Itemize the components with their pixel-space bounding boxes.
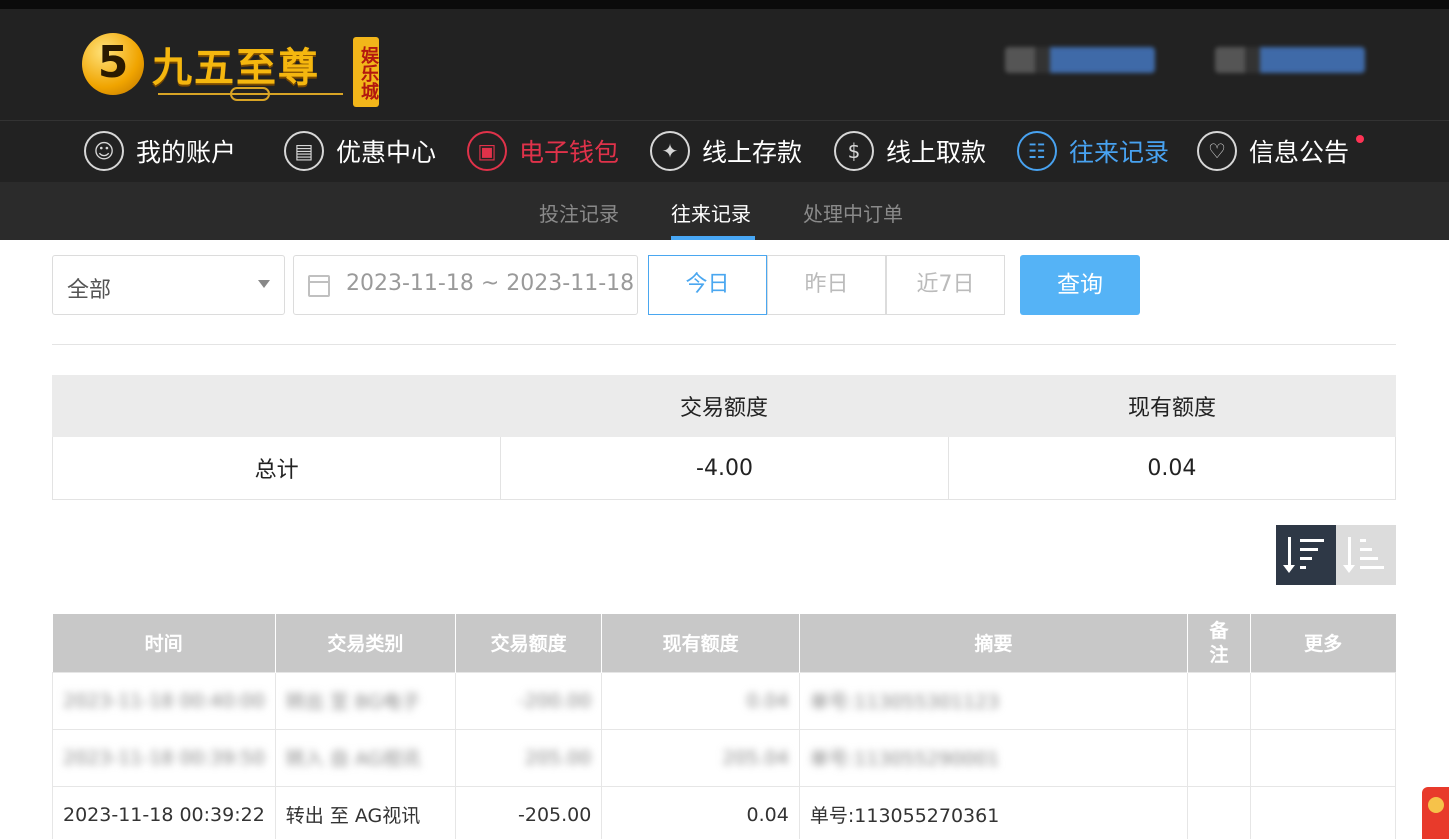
top-strip — [0, 0, 1449, 9]
cell-amount: -200.00 — [454, 671, 603, 730]
tab-transactions[interactable]: 往来记录 — [671, 198, 751, 227]
sub-nav: 投注记录 往来记录 处理中订单 — [0, 182, 1449, 240]
nav-label: 优惠中心 — [336, 138, 437, 167]
nav-label: 线上存款 — [702, 138, 803, 167]
summary-header-balance: 现有额度 — [1127, 396, 1216, 421]
yesterday-button[interactable]: 昨日 — [767, 255, 886, 315]
cell-type: 转出 至 BG电子 — [274, 671, 457, 730]
cell-time: 2023-11-18 00:40:00 — [52, 671, 276, 730]
table-row[interactable]: 2023-11-18 00:39:22 转出 至 AG视讯 -205.00 0.… — [52, 785, 1397, 839]
cell-type: 转入 自 AG视讯 — [274, 728, 457, 787]
sort-desc-icon — [1283, 537, 1326, 573]
nav-label: 电子钱包 — [519, 138, 620, 167]
cell-time: 2023-11-18 00:39:22 — [52, 785, 276, 839]
type-select-value: 全部 — [67, 278, 112, 303]
cell-note — [1187, 785, 1251, 839]
cell-balance: 205.04 — [601, 728, 800, 787]
nav-label: 线上取款 — [886, 138, 987, 167]
bell-icon: ♡ — [1197, 131, 1237, 171]
cell-more[interactable] — [1249, 671, 1397, 730]
summary-total-row: 总计 -4.00 0.04 — [52, 437, 1396, 500]
cell-note — [1187, 671, 1251, 730]
nav-wallet[interactable]: ▣ 电子钱包 — [467, 121, 619, 181]
cell-balance: 0.04 — [601, 785, 800, 839]
summary-header: 交易额度 现有额度 — [52, 375, 1396, 437]
table-header-row: 时间 交易类别 交易额度 现有额度 摘要 备注 更多 — [52, 614, 1396, 672]
transactions-table: 时间 交易类别 交易额度 现有额度 摘要 备注 更多 2023-11-18 00… — [52, 614, 1397, 839]
date-range-value: 2023-11-18 ~ 2023-11-18 — [346, 271, 635, 296]
active-tab-indicator — [671, 236, 755, 240]
col-note[interactable]: 备注 — [1187, 614, 1251, 672]
main-nav: ☺ 我的账户 ▤ 优惠中心 ▣ 电子钱包 ✦ 线上存款 $ 线上取款 ☷ 往来记… — [0, 120, 1449, 182]
user-icon: ☺ — [84, 131, 124, 171]
col-type[interactable]: 交易类别 — [274, 614, 456, 672]
user-account-blurred[interactable] — [1005, 47, 1155, 73]
chevron-down-icon — [258, 280, 270, 288]
logo-ornament-center — [230, 87, 270, 101]
query-button[interactable]: 查询 — [1020, 255, 1140, 315]
wallet-icon: ▣ — [467, 131, 507, 171]
brand-badge: 娱乐城 — [353, 37, 379, 107]
summary-total-balance: 0.04 — [947, 437, 1395, 499]
cell-summary: 单号:113055301123 — [798, 671, 1189, 730]
gift-icon: ▤ — [284, 131, 324, 171]
col-more[interactable]: 更多 — [1249, 614, 1396, 672]
last-7-days-button[interactable]: 近7日 — [886, 255, 1005, 315]
brand-name: 九五至尊 — [152, 45, 320, 91]
cell-summary: 单号:113055290001 — [798, 728, 1189, 787]
calendar-icon — [308, 275, 330, 297]
notification-dot — [1356, 135, 1364, 143]
summary-header-amount: 交易额度 — [679, 396, 768, 421]
nav-label: 信息公告 — [1249, 138, 1350, 167]
sort-asc-icon — [1343, 537, 1386, 573]
summary-total-amount: -4.00 — [500, 437, 947, 499]
cell-time: 2023-11-18 00:39:50 — [52, 728, 276, 787]
col-balance[interactable]: 现有额度 — [601, 614, 800, 672]
brand-logo[interactable]: 5 九五至尊 娱乐城 — [80, 25, 380, 107]
cell-balance: 0.04 — [601, 671, 800, 730]
user-balance-blurred[interactable] — [1215, 47, 1365, 73]
nav-announcements[interactable]: ♡ 信息公告 — [1197, 121, 1349, 181]
nav-deposit[interactable]: ✦ 线上存款 — [650, 121, 802, 181]
cell-note — [1187, 728, 1251, 787]
sort-ascending-button[interactable] — [1336, 525, 1396, 585]
tab-pending-orders[interactable]: 处理中订单 — [803, 198, 903, 227]
divider — [52, 344, 1396, 345]
deposit-icon: ✦ — [650, 131, 690, 171]
today-button[interactable]: 今日 — [648, 255, 767, 315]
withdraw-icon: $ — [834, 131, 874, 171]
tab-bet-records[interactable]: 投注记录 — [539, 198, 619, 227]
cell-more[interactable] — [1249, 785, 1397, 839]
nav-withdraw[interactable]: $ 线上取款 — [834, 121, 986, 181]
col-time[interactable]: 时间 — [52, 614, 276, 672]
cell-amount: -205.00 — [454, 785, 603, 839]
type-select[interactable]: 全部 — [52, 255, 285, 315]
nav-my-account[interactable]: ☺ 我的账户 — [84, 121, 236, 181]
summary-header-cell — [52, 375, 500, 437]
summary-total-label: 总计 — [254, 458, 299, 483]
table-row[interactable]: 2023-11-18 00:39:50 转入 自 AG视讯 205.00 205… — [52, 728, 1397, 787]
site-header: 5 九五至尊 娱乐城 — [0, 9, 1449, 120]
nav-records[interactable]: ☷ 往来记录 — [1017, 121, 1169, 181]
logo-emblem: 5 — [82, 33, 144, 95]
cell-amount: 205.00 — [454, 728, 603, 787]
nav-promotions[interactable]: ▤ 优惠中心 — [284, 121, 436, 181]
red-packet-icon[interactable] — [1422, 787, 1449, 839]
cell-summary: 单号:113055270361 — [798, 785, 1189, 839]
col-amount[interactable]: 交易额度 — [454, 614, 602, 672]
table-row[interactable]: 2023-11-18 00:40:00 转出 至 BG电子 -200.00 0.… — [52, 671, 1397, 730]
cell-more[interactable] — [1249, 728, 1397, 787]
date-range-picker[interactable]: 2023-11-18 ~ 2023-11-18 — [293, 255, 638, 315]
cell-type: 转出 至 AG视讯 — [274, 785, 457, 839]
summary-table: 交易额度 现有额度 总计 -4.00 0.04 — [52, 375, 1396, 500]
col-summary[interactable]: 摘要 — [798, 614, 1188, 672]
records-icon: ☷ — [1017, 131, 1057, 171]
nav-label: 往来记录 — [1069, 138, 1170, 167]
sort-descending-button[interactable] — [1276, 525, 1336, 585]
nav-label: 我的账户 — [136, 138, 237, 167]
